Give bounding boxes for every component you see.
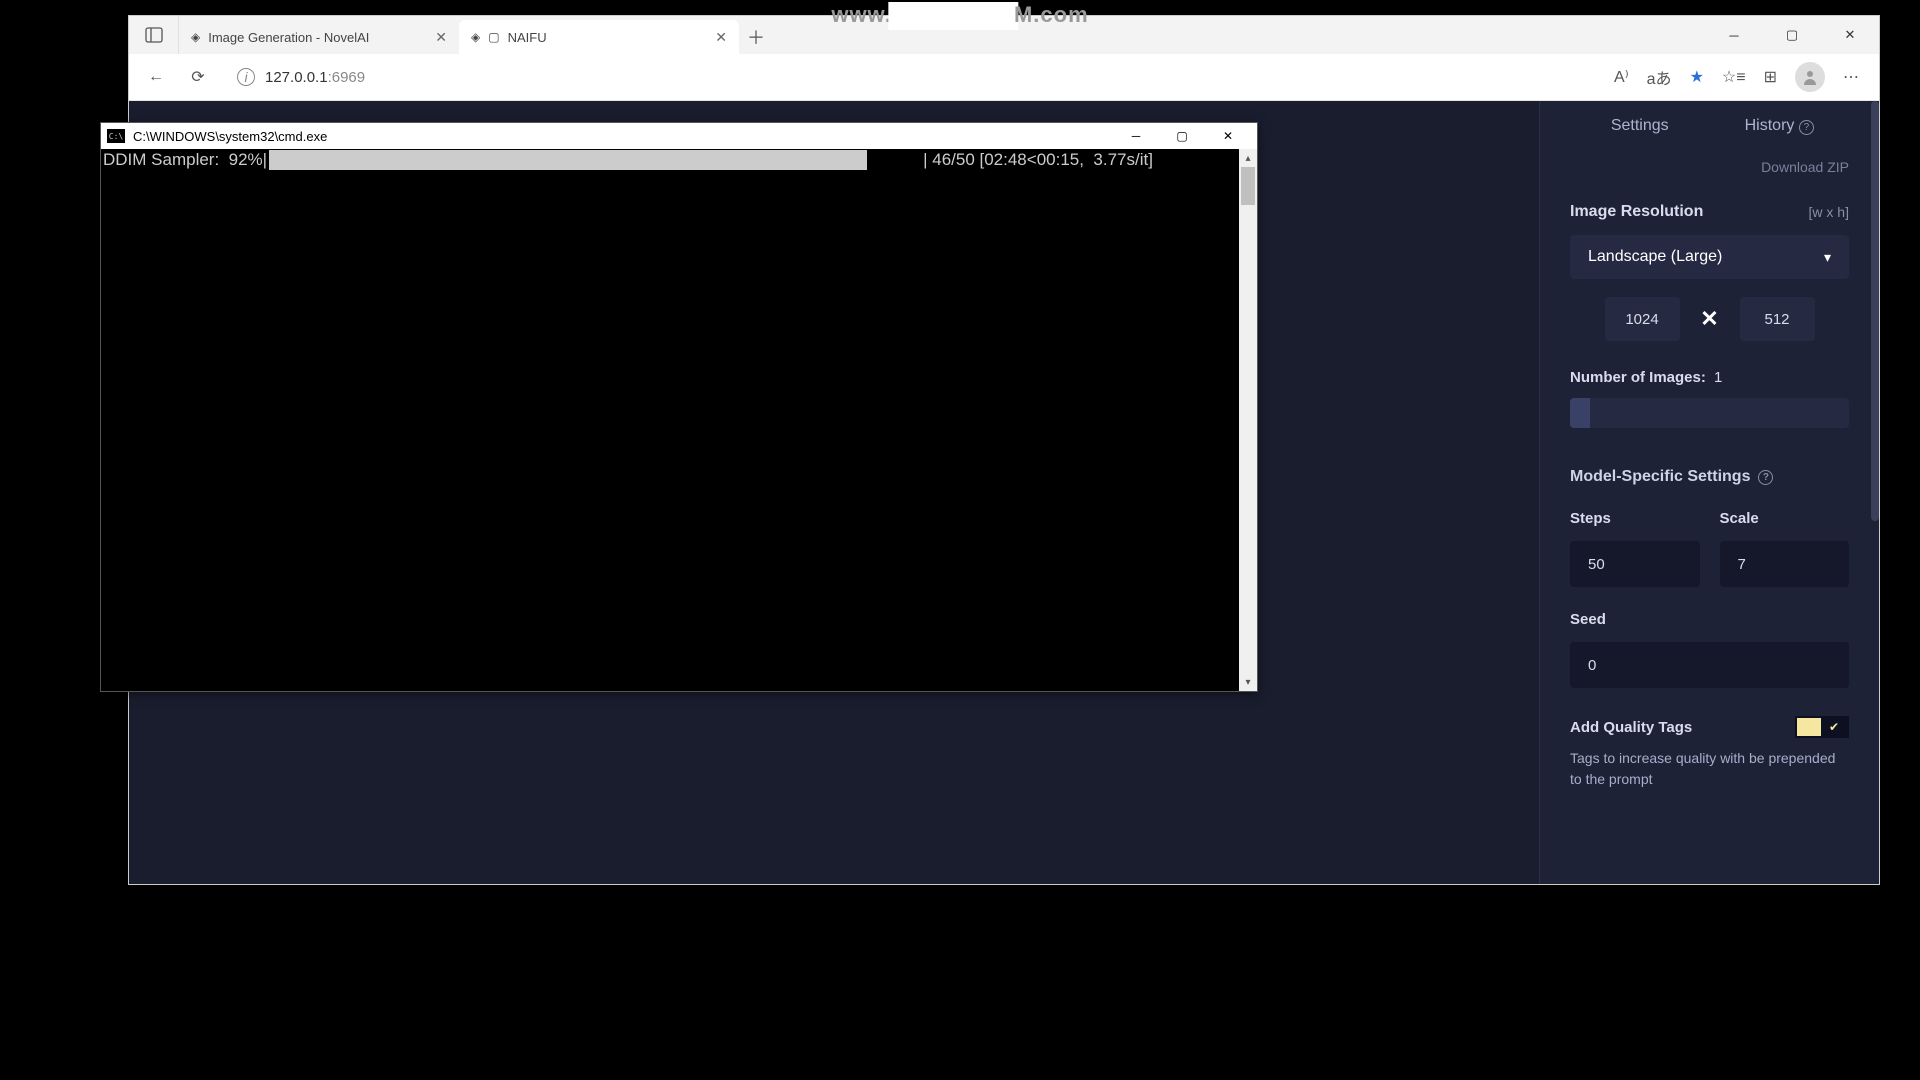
toolbar-icons: A⁾ aあ ★ ☆≡ ⊞ ⋯ <box>1614 62 1867 92</box>
favorite-star-icon[interactable]: ★ <box>1690 67 1704 87</box>
cmd-close-button[interactable]: ✕ <box>1205 123 1251 149</box>
num-images-value: 1 <box>1714 369 1722 386</box>
cmd-progress-stats: | 46/50 [02:48<00:15, 3.77s/it] <box>919 150 1157 170</box>
collections-icon[interactable]: ⊞ <box>1764 67 1777 87</box>
quality-tags-toggle[interactable]: ✔ <box>1795 716 1849 738</box>
download-zip-link[interactable]: Download ZIP <box>1570 159 1849 175</box>
cmd-body: DDIM Sampler: 92%| | 46/50 [02:48<00:15, … <box>101 149 1257 691</box>
address-bar: ← ⟳ i 127.0.0.1:6969 A⁾ aあ ★ ☆≡ ⊞ ⋯ <box>129 54 1879 101</box>
slider-fill <box>1570 398 1590 428</box>
resolution-select[interactable]: Landscape (Large) ▾ <box>1570 235 1849 279</box>
cmd-minimize-button[interactable]: ─ <box>1113 123 1159 149</box>
model-settings-label: Model-Specific Settings <box>1570 468 1750 486</box>
quality-tags-hint: Tags to increase quality with be prepend… <box>1570 748 1849 790</box>
close-icon[interactable]: ✕ <box>435 29 447 46</box>
tab-novelai[interactable]: ◈ Image Generation - NovelAI ✕ <box>179 20 459 54</box>
cmd-title-text: C:\WINDOWS\system32\cmd.exe <box>133 129 1113 144</box>
minimize-button[interactable]: ─ <box>1705 16 1763 54</box>
url-field[interactable]: i 127.0.0.1:6969 <box>225 60 1602 94</box>
watermark-left: www. <box>831 2 892 27</box>
panel-scrollbar[interactable] <box>1871 101 1879 521</box>
scale-label: Scale <box>1720 510 1850 527</box>
tab-history[interactable]: History ? <box>1710 117 1850 135</box>
settings-panel: Settings History ? Download ZIP Image Re… <box>1539 101 1879 884</box>
cmd-window-controls: ─ ▢ ✕ <box>1113 123 1251 149</box>
model-settings-header: Model-Specific Settings ? <box>1570 468 1849 486</box>
height-input[interactable]: 512 <box>1740 297 1815 341</box>
cmd-sampler-label: DDIM Sampler: 92%| <box>101 150 269 170</box>
panel-tabs: Settings History ? <box>1570 101 1849 151</box>
quality-tags-label: Add Quality Tags <box>1570 719 1692 736</box>
refresh-button[interactable]: ⟳ <box>183 62 213 92</box>
resolution-value: Landscape (Large) <box>1588 248 1722 266</box>
num-images-text: Number of Images: <box>1570 369 1706 386</box>
chevron-down-icon: ▾ <box>1824 249 1831 266</box>
cmd-progress-bar <box>269 150 867 170</box>
read-aloud-icon[interactable]: A⁾ <box>1614 67 1629 87</box>
tab-history-label: History <box>1745 117 1795 134</box>
site-info-icon[interactable]: i <box>237 68 255 86</box>
tab-naifu[interactable]: ◈ ▢ NAIFU ✕ <box>459 20 739 54</box>
more-icon[interactable]: ⋯ <box>1843 67 1859 87</box>
watermark-mask <box>888 2 1018 30</box>
watermark: www. M.com <box>831 2 1088 30</box>
url-text: 127.0.0.1:6969 <box>265 69 365 86</box>
favicon-novelai: ◈ <box>191 30 200 44</box>
toggle-knob: ✔ <box>1821 718 1847 736</box>
translate-icon[interactable]: aあ <box>1647 65 1672 89</box>
window-controls: ─ ▢ ✕ <box>1705 16 1879 54</box>
scroll-thumb[interactable] <box>1241 167 1255 205</box>
dimension-separator: ✕ <box>1680 306 1740 332</box>
steps-label: Steps <box>1570 510 1700 527</box>
scroll-up-arrow[interactable]: ▴ <box>1239 149 1257 167</box>
page-icon: ▢ <box>488 30 499 44</box>
person-icon <box>1801 68 1819 86</box>
width-input[interactable]: 1024 <box>1605 297 1680 341</box>
steps-input[interactable]: 50 <box>1570 541 1700 587</box>
tab-settings[interactable]: Settings <box>1570 117 1710 135</box>
tab-title: NAIFU <box>508 30 708 45</box>
url-port: :6969 <box>328 69 366 86</box>
seed-input[interactable]: 0 <box>1570 642 1849 688</box>
tab-actions-button[interactable] <box>129 16 179 54</box>
close-icon[interactable]: ✕ <box>715 29 727 46</box>
seed-label: Seed <box>1570 611 1849 628</box>
cmd-icon: C:\ <box>107 129 125 143</box>
tab-title: Image Generation - NovelAI <box>208 30 427 45</box>
favorites-list-icon[interactable]: ☆≡ <box>1722 67 1746 87</box>
cmd-progress-empty <box>867 150 919 170</box>
num-images-slider[interactable] <box>1570 398 1849 428</box>
cmd-progress-line: DDIM Sampler: 92%| | 46/50 [02:48<00:15, … <box>101 149 1257 171</box>
new-tab-button[interactable]: ＋ <box>739 20 773 54</box>
cmd-maximize-button[interactable]: ▢ <box>1159 123 1205 149</box>
url-host: 127.0.0.1 <box>265 69 328 86</box>
favicon-naifu: ◈ <box>471 30 480 44</box>
resolution-hint: [w x h] <box>1809 204 1849 220</box>
watermark-right: M.com <box>1014 2 1089 27</box>
resolution-label: Image Resolution <box>1570 203 1703 221</box>
maximize-button[interactable]: ▢ <box>1763 16 1821 54</box>
scroll-down-arrow[interactable]: ▾ <box>1239 673 1257 691</box>
help-icon[interactable]: ? <box>1758 470 1773 485</box>
close-button[interactable]: ✕ <box>1821 16 1879 54</box>
num-images-label: Number of Images: 1 <box>1570 369 1849 386</box>
back-button[interactable]: ← <box>141 62 171 92</box>
sidebar-icon <box>145 26 163 44</box>
cmd-titlebar[interactable]: C:\ C:\WINDOWS\system32\cmd.exe ─ ▢ ✕ <box>101 123 1257 149</box>
scale-input[interactable]: 7 <box>1720 541 1850 587</box>
cmd-scrollbar[interactable]: ▴ ▾ <box>1239 149 1257 691</box>
dimension-row: 1024 ✕ 512 <box>1570 297 1849 341</box>
help-icon: ? <box>1799 120 1814 135</box>
profile-avatar[interactable] <box>1795 62 1825 92</box>
cmd-window: C:\ C:\WINDOWS\system32\cmd.exe ─ ▢ ✕ DD… <box>100 122 1258 692</box>
